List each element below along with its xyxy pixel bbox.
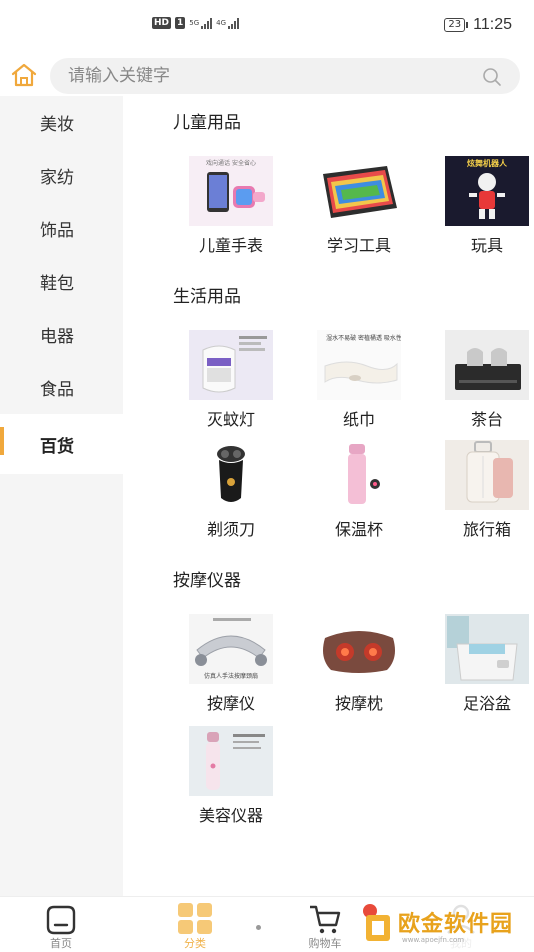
status-right: 23 11:25 [444,16,512,34]
network-5g-label: 5G [189,19,200,27]
sidebar-item-shipin[interactable]: 饰品 [0,202,123,255]
status-left: HD 1 5G 4G [152,17,240,29]
page-indicator-dot [256,925,261,930]
nav-category[interactable]: 分类 [160,903,230,951]
sidebar-item-label: 美妆 [40,115,74,135]
product-kids-watch[interactable]: 戏向通话 安全省心 儿童手表 [181,156,281,256]
sidebar-item-dianqi[interactable]: 电器 [0,308,123,361]
section-title: 按摩仪器 [173,571,241,591]
battery-icon: 23 [444,18,468,32]
product-mosquito-lamp[interactable]: 灭蚊灯 [181,330,281,430]
product-label: 美容仪器 [198,806,263,825]
watermark-logo-icon [363,904,390,941]
product-label: 旅行箱 [462,520,511,539]
sidebar-item-label: 家纺 [40,168,74,188]
product-study-tools[interactable]: 学习工具 [309,156,409,256]
product-image [189,330,273,400]
watermark-url: www.apoejfn.com [402,936,465,944]
product-image [189,440,273,510]
product-tissue[interactable]: 湿水不易破 密植桶透 吸水性强 纸巾 [309,330,409,430]
product-thermos[interactable]: 保温杯 [309,440,409,540]
sidebar-item-shipin-food[interactable]: 食品 [0,361,123,414]
product-label: 按摩枕 [334,694,383,713]
product-image [445,330,529,400]
product-label: 灭蚊灯 [206,410,255,429]
product-image-text: 仿真人手法按摩颈扇 [204,672,258,680]
product-massage-pillow[interactable]: 按摩枕 [309,614,409,714]
signal-icon-2 [228,17,240,29]
sidebar-item-jiafang[interactable]: 家纺 [0,149,123,202]
site-watermark: 欧金软件园 www.apoejfn.com [358,900,534,952]
product-label: 玩具 [470,236,503,255]
sidebar-item-label: 百货 [40,436,74,457]
product-beauty-device[interactable]: 美容仪器 [181,726,281,826]
search-icon[interactable] [482,67,502,87]
home-icon[interactable] [10,61,38,89]
search-bar[interactable] [50,58,520,94]
nav-label: 购物车 [308,937,342,950]
nav-cart[interactable]: 购物车 [290,903,360,951]
section-title: 生活用品 [173,287,241,307]
status-bar: HD 1 5G 4G 23 11:25 [0,0,534,52]
sidebar-item-label: 电器 [40,327,74,347]
nav-home[interactable]: 首页 [26,903,96,951]
product-image-text: 湿水不易破 密植桶透 吸水性强 [326,334,401,342]
product-tea-table[interactable]: 茶台 [437,330,534,430]
product-label: 剃须刀 [206,520,255,539]
sidebar-item-label: 鞋包 [40,274,74,294]
product-label: 学习工具 [326,236,391,255]
product-image [317,156,401,226]
product-label: 纸巾 [342,410,375,429]
product-label: 保温杯 [334,520,383,539]
sidebar-item-label: 食品 [40,380,74,400]
watermark-text: 欧金软件园 [398,912,514,937]
signal-icon [201,17,213,29]
product-image: 湿水不易破 密植桶透 吸水性强 [317,330,401,400]
network-4g-label: 4G [216,19,227,27]
hd-badge: HD [152,17,172,29]
product-shaver[interactable]: 剃须刀 [181,440,281,540]
product-massager[interactable]: 仿真人手法按摩颈扇 按摩仪 [181,614,281,714]
product-image: 戏向通话 安全省心 [189,156,273,226]
product-image-text: 戏向通话 安全省心 [206,159,256,167]
home-icon [46,905,76,935]
product-image: 炫舞机器人 [445,156,529,226]
product-image [445,440,529,510]
sidebar-item-label: 饰品 [40,221,74,241]
product-image [317,614,401,684]
category-content: 儿童用品 戏向通话 安全省心 儿童手表 学习工具 炫舞机器人 玩具 生活用品 灭… [123,96,534,896]
product-image-text: 炫舞机器人 [467,158,508,168]
category-icon [178,903,212,934]
search-input[interactable] [68,58,458,94]
product-image [189,726,273,796]
product-label: 按摩仪 [206,694,255,713]
nav-label: 首页 [50,937,72,950]
sidebar-item-xiebao[interactable]: 鞋包 [0,255,123,308]
product-image [445,614,529,684]
product-foot-bath[interactable]: 足浴盆 [437,614,534,714]
sim-badge: 1 [175,17,186,29]
sidebar-item-baihuo[interactable]: 百货 [0,414,123,474]
product-label: 足浴盆 [462,694,511,713]
product-label: 茶台 [470,410,503,429]
cart-icon [310,905,341,934]
product-label: 儿童手表 [198,236,263,255]
product-image [317,440,401,510]
product-toys[interactable]: 炫舞机器人 玩具 [437,156,534,256]
product-suitcase[interactable]: 旅行箱 [437,440,534,540]
product-image: 仿真人手法按摩颈扇 [189,614,273,684]
sidebar-item-meizhuang[interactable]: 美妆 [0,96,123,149]
search-header [0,56,534,96]
nav-label: 分类 [184,937,206,950]
clock: 11:25 [473,16,512,33]
category-sidebar: 美妆 家纺 饰品 鞋包 电器 食品 百货 [0,96,123,896]
section-title: 儿童用品 [173,113,241,133]
